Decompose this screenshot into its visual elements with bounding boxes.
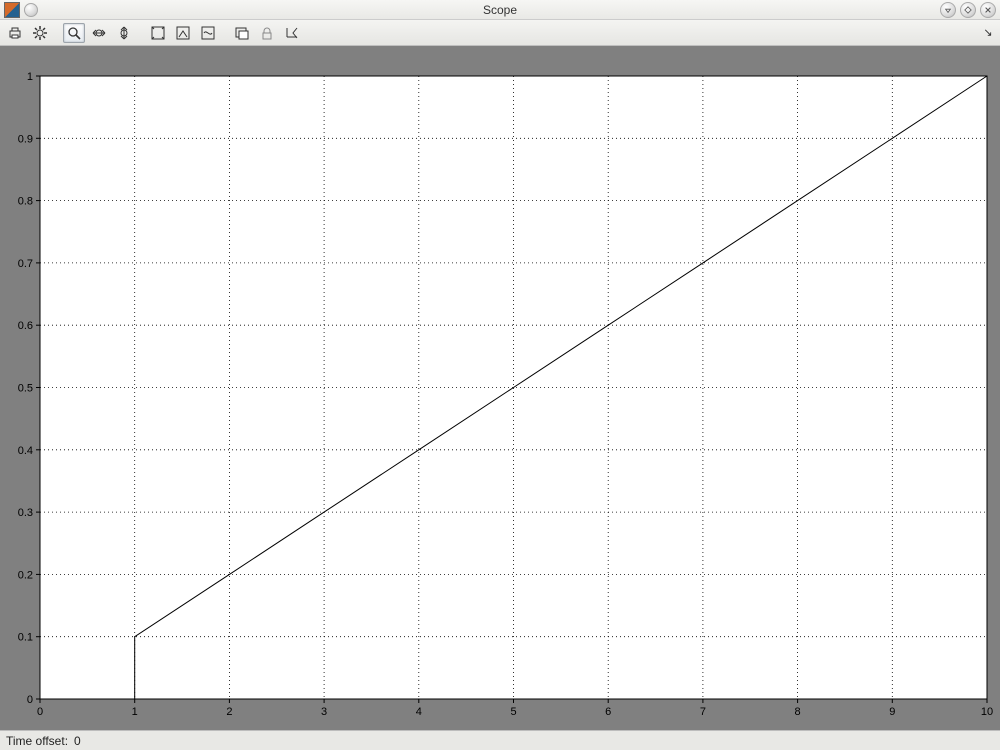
svg-text:2: 2 xyxy=(226,706,232,718)
svg-text:1: 1 xyxy=(27,71,33,83)
title-bar: Scope xyxy=(0,0,1000,20)
scope-area: 0 1 2 3 4 5 6 7 8 9 10 0 0.1 0.2 0.3 0.4 0.5 0.6 0.7 0.8 0.9… xyxy=(0,46,1000,730)
zoom-button[interactable] xyxy=(63,23,85,43)
svg-text:6: 6 xyxy=(605,706,611,718)
gear-icon xyxy=(32,25,48,41)
print-icon xyxy=(7,25,23,41)
minimize-button[interactable] xyxy=(940,2,956,18)
scope-chart[interactable]: 0 1 2 3 4 5 6 7 8 9 10 0 0.1 0.2 0.3 0.4 0.5 0.6 0.7 0.8 0.9… xyxy=(0,46,1000,730)
svg-text:9: 9 xyxy=(889,706,895,718)
overflow-icon: ↘ xyxy=(983,26,992,39)
svg-text:0: 0 xyxy=(37,706,43,718)
close-button[interactable] xyxy=(980,2,996,18)
svg-text:0: 0 xyxy=(27,694,33,706)
zoom-x-button[interactable] xyxy=(88,23,110,43)
bullet-icon xyxy=(24,3,38,17)
autoscale-icon xyxy=(150,25,166,41)
restore-axes-button[interactable] xyxy=(197,23,219,43)
svg-text:0.9: 0.9 xyxy=(18,133,33,145)
zoom-y-button[interactable] xyxy=(113,23,135,43)
svg-text:0.3: 0.3 xyxy=(18,507,33,519)
svg-text:0.2: 0.2 xyxy=(18,569,33,581)
parameters-button[interactable] xyxy=(29,23,51,43)
save-axes-button[interactable] xyxy=(172,23,194,43)
svg-text:0.5: 0.5 xyxy=(18,383,33,395)
app-icon xyxy=(4,2,20,18)
svg-text:0.6: 0.6 xyxy=(18,320,33,332)
floating-scope-button[interactable] xyxy=(231,23,253,43)
time-offset-value: 0 xyxy=(74,734,81,748)
svg-text:0.7: 0.7 xyxy=(18,258,33,270)
autoscale-button[interactable] xyxy=(147,23,169,43)
svg-text:5: 5 xyxy=(510,706,516,718)
maximize-button[interactable] xyxy=(960,2,976,18)
svg-text:1: 1 xyxy=(132,706,138,718)
toolbar: ↘ xyxy=(0,20,1000,46)
svg-text:0.4: 0.4 xyxy=(18,445,33,457)
restore-axes-icon xyxy=(200,25,216,41)
toolbar-overflow-button[interactable]: ↘ xyxy=(980,23,996,43)
svg-text:4: 4 xyxy=(416,706,422,718)
lock-icon xyxy=(259,25,275,41)
zoom-icon xyxy=(66,25,82,41)
floating-scope-icon xyxy=(234,25,250,41)
signal-selection-icon xyxy=(284,25,300,41)
print-button[interactable] xyxy=(4,23,26,43)
zoom-y-icon xyxy=(116,25,132,41)
svg-text:10: 10 xyxy=(981,706,993,718)
window-title: Scope xyxy=(0,3,1000,17)
zoom-x-icon xyxy=(91,25,107,41)
svg-text:3: 3 xyxy=(321,706,327,718)
svg-text:7: 7 xyxy=(700,706,706,718)
signal-selection-button[interactable] xyxy=(281,23,303,43)
status-bar: Time offset: 0 xyxy=(0,730,1000,750)
save-axes-icon xyxy=(175,25,191,41)
time-offset-label: Time offset: xyxy=(6,734,68,748)
svg-text:0.8: 0.8 xyxy=(18,196,33,208)
svg-text:0.1: 0.1 xyxy=(18,632,33,644)
svg-text:8: 8 xyxy=(795,706,801,718)
lock-axes-button[interactable] xyxy=(256,23,278,43)
